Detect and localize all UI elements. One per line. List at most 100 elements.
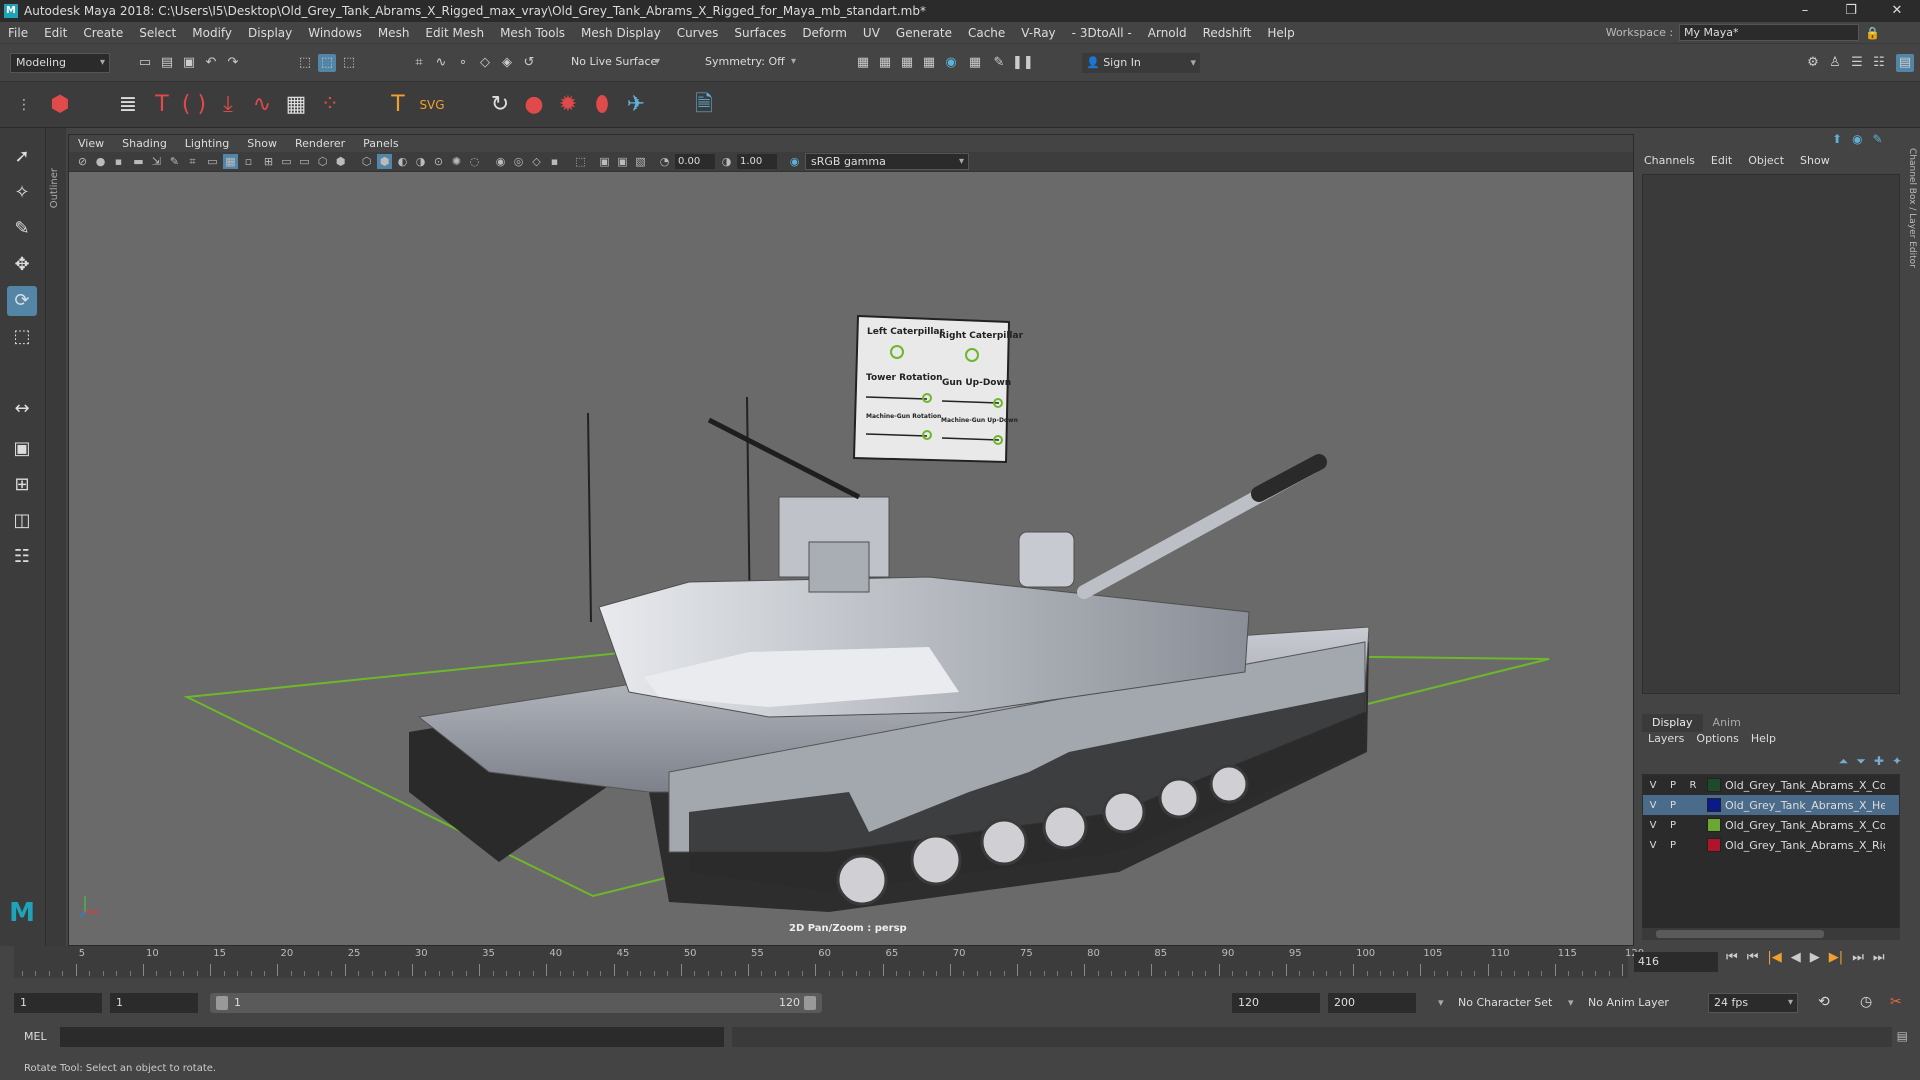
render-setup-icon[interactable]: ▦	[966, 54, 984, 72]
shelf-satellite-icon[interactable]: ✈	[620, 89, 652, 121]
tab-anim[interactable]: Anim	[1703, 714, 1751, 732]
layer-color-swatch[interactable]	[1707, 838, 1721, 852]
smooth-shade-icon[interactable]: ⬢	[333, 154, 348, 169]
layer-display-type-toggle[interactable]: R	[1683, 780, 1703, 791]
layer-playback-toggle[interactable]: P	[1663, 780, 1683, 791]
rotate-tool-icon[interactable]: ⟳	[7, 286, 37, 316]
field-chart-icon[interactable]: ⊞	[261, 154, 276, 169]
playback-end-field[interactable]: 120	[1232, 993, 1320, 1013]
anim-layer-field[interactable]: No Anim Layer	[1588, 996, 1669, 1009]
cb-menu-object[interactable]: Object	[1740, 154, 1792, 167]
new-scene-icon[interactable]: ▭	[136, 54, 154, 72]
cb-pin-icon[interactable]: ⬆	[1832, 132, 1842, 146]
snap-plane-icon[interactable]: ◇	[476, 54, 494, 72]
ipr-render-icon[interactable]: ▦	[898, 54, 916, 72]
select-object-icon[interactable]: ⬚	[318, 54, 336, 72]
menu-modify[interactable]: Modify	[184, 26, 240, 40]
minimize-button[interactable]: –	[1782, 0, 1828, 22]
layer-playback-toggle[interactable]: P	[1663, 820, 1683, 831]
anti-aliasing-icon[interactable]: ◌	[467, 154, 482, 169]
layer-name[interactable]: Old_Grey_Tank_Abrams_X_Help	[1725, 799, 1885, 812]
le-menu-help[interactable]: Help	[1745, 732, 1782, 745]
shelf-options-icon[interactable]: ⋮	[8, 89, 40, 121]
vp-menu-panels[interactable]: Panels	[354, 137, 407, 150]
use-all-lights-icon[interactable]: ◐	[395, 154, 410, 169]
menu-edit-mesh[interactable]: Edit Mesh	[417, 26, 492, 40]
shelf-grid-icon[interactable]: ▦	[280, 89, 312, 121]
layer-color-swatch[interactable]	[1707, 798, 1721, 812]
le-menu-layers[interactable]: Layers	[1642, 732, 1690, 745]
textured-icon[interactable]: ⬢	[377, 154, 392, 169]
snap-curve-icon[interactable]: ∿	[432, 54, 450, 72]
color-space-dropdown[interactable]: sRGB gamma	[805, 153, 969, 170]
animation-prefs-icon[interactable]: ✂	[1890, 994, 1902, 1010]
tab-display[interactable]: Display	[1642, 714, 1703, 732]
gamma-dial-icon[interactable]: ◑	[719, 154, 734, 169]
tool-settings-icon[interactable]: ☷	[1870, 54, 1888, 72]
command-language[interactable]: MEL	[24, 1030, 47, 1043]
snap-point-icon[interactable]: ∘	[454, 54, 472, 72]
character-set-chevron-icon[interactable]: ▾	[1438, 996, 1444, 1009]
camera-frame-icon[interactable]: ⬚	[573, 154, 588, 169]
time-slider-ticks[interactable]: 5 10 15 20 25 30 35 40 45 50 55 60 65 70 75 80 85 90 95 100…	[14, 946, 1644, 978]
resolution-gate-icon[interactable]: ▦	[223, 154, 238, 169]
bookmark-icon[interactable]: ▪	[111, 154, 126, 169]
layer-color-swatch[interactable]	[1707, 818, 1721, 832]
paint-select-icon[interactable]: ✎	[7, 214, 37, 244]
xray-components-icon[interactable]: ▪	[547, 154, 562, 169]
image-plane-icon[interactable]: ▬	[131, 154, 146, 169]
scale-tool-icon[interactable]: ⬚	[7, 322, 37, 352]
script-editor-icon[interactable]: ▤	[1897, 1029, 1908, 1043]
layer-name[interactable]: Old_Grey_Tank_Abrams_X_Cont	[1725, 819, 1885, 832]
channel-box-side-tab[interactable]: Channel Box / Layer Editor	[1906, 138, 1920, 338]
new-layer-selected-icon[interactable]: ✦	[1892, 754, 1902, 769]
menu-edit[interactable]: Edit	[36, 26, 75, 40]
view-transform-icon[interactable]: ◉	[787, 154, 802, 169]
range-start-handle[interactable]	[216, 996, 228, 1010]
save-scene-icon[interactable]: ▣	[180, 54, 198, 72]
loop-icon[interactable]: ⟲	[1818, 994, 1830, 1010]
color-management-icon[interactable]: ▧	[633, 154, 648, 169]
go-to-start-icon[interactable]: ⏮	[1726, 950, 1738, 965]
shelf-dots-icon[interactable]: ⁘	[314, 89, 346, 121]
sign-in-button[interactable]: 👤 Sign In ▾	[1082, 53, 1200, 73]
vp-menu-renderer[interactable]: Renderer	[286, 137, 354, 150]
shelf-magnet-icon[interactable]: ⬮	[586, 89, 618, 121]
menu-uv[interactable]: UV	[855, 26, 888, 40]
layer-list-scrollbar[interactable]	[1642, 928, 1900, 940]
scrollbar-thumb[interactable]	[1656, 930, 1824, 938]
menu-set-dropdown[interactable]: Modeling	[10, 53, 110, 73]
menu-surfaces[interactable]: Surfaces	[726, 26, 794, 40]
le-menu-options[interactable]: Options	[1690, 732, 1744, 745]
layer-visibility-toggle[interactable]: V	[1643, 800, 1663, 811]
layer-playback-toggle[interactable]: P	[1663, 800, 1683, 811]
lasso-tool-icon[interactable]: ✧	[7, 178, 37, 208]
ambient-occlusion-icon[interactable]: ⊙	[431, 154, 446, 169]
light-editor-icon[interactable]: ✎	[990, 54, 1008, 72]
vp-menu-shading[interactable]: Shading	[113, 137, 176, 150]
camera-select-icon[interactable]: ⊘	[75, 154, 90, 169]
layer-name[interactable]: Old_Grey_Tank_Abrams_X_Rigg	[1725, 839, 1885, 852]
menu-curves[interactable]: Curves	[669, 26, 727, 40]
select-hierarchy-icon[interactable]: ⬚	[296, 54, 314, 72]
shelf-refresh-icon[interactable]: ↻	[484, 89, 516, 121]
shelf-bracket-icon[interactable]: ( )	[178, 89, 210, 121]
menu-deform[interactable]: Deform	[794, 26, 855, 40]
rig-control-board[interactable]: Left Caterpillar Right Caterpillar Tower…	[852, 314, 1024, 464]
playback-start-field[interactable]: 1	[110, 993, 198, 1013]
shelf-svg-icon[interactable]: SVG	[416, 89, 448, 121]
attribute-editor-icon[interactable]: ☰	[1848, 54, 1866, 72]
menu-display[interactable]: Display	[240, 26, 300, 40]
machine-gun-barrel[interactable]	[707, 417, 861, 500]
render-settings-icon[interactable]: ▦	[920, 54, 938, 72]
modeling-toolkit-icon[interactable]: ⚙	[1804, 54, 1822, 72]
layer-row[interactable]: V P R Old_Grey_Tank_Abrams_X_Cont	[1643, 775, 1899, 795]
play-forwards-icon[interactable]: ▶	[1810, 950, 1820, 965]
menu-create[interactable]: Create	[75, 26, 131, 40]
menu-arnold[interactable]: Arnold	[1140, 26, 1195, 40]
layer-row[interactable]: V P Old_Grey_Tank_Abrams_X_Cont	[1643, 815, 1899, 835]
menu-select[interactable]: Select	[131, 26, 184, 40]
2d-pan-zoom-icon[interactable]: ⇲	[149, 154, 164, 169]
menu-mesh-display[interactable]: Mesh Display	[573, 26, 669, 40]
xray-joints-icon[interactable]: ◇	[529, 154, 544, 169]
